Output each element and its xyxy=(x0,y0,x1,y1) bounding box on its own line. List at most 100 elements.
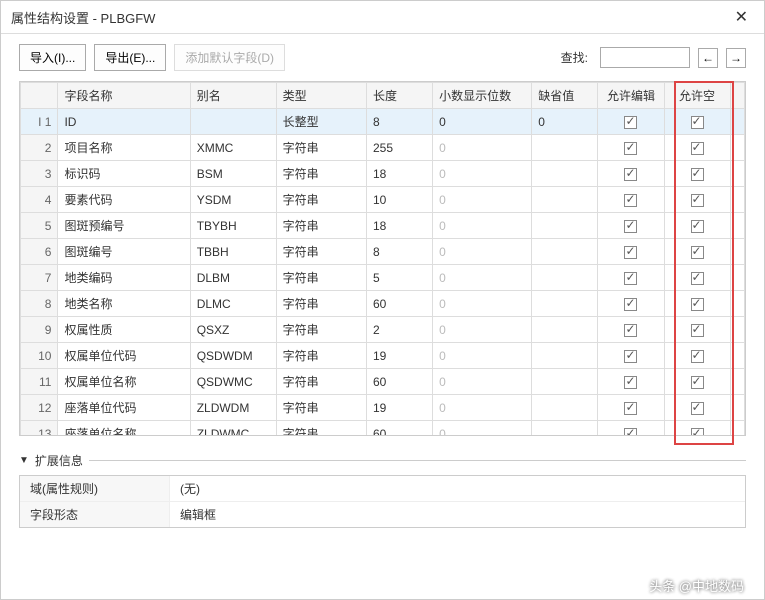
col-alias[interactable]: 别名 xyxy=(190,83,276,109)
cell-type[interactable]: 字符串 xyxy=(276,135,366,161)
cell-default[interactable] xyxy=(532,187,598,213)
cell-type[interactable]: 字符串 xyxy=(276,213,366,239)
cell-decimals[interactable]: 0 xyxy=(433,317,532,343)
cell-name[interactable]: 权属性质 xyxy=(58,317,190,343)
cell-alias[interactable]: YSDM xyxy=(190,187,276,213)
cell-type[interactable]: 长整型 xyxy=(276,109,366,135)
cell-default[interactable] xyxy=(532,317,598,343)
cell-type[interactable]: 字符串 xyxy=(276,343,366,369)
col-allow-edit[interactable]: 允许编辑 xyxy=(598,83,664,109)
cell-length[interactable]: 60 xyxy=(367,421,433,437)
cell-allow-edit[interactable] xyxy=(598,395,664,421)
search-next-button[interactable]: → xyxy=(726,48,746,68)
cell-default[interactable] xyxy=(532,135,598,161)
checkbox-icon[interactable] xyxy=(691,428,704,436)
cell-allow-edit[interactable] xyxy=(598,161,664,187)
cell-allow-null[interactable] xyxy=(664,161,730,187)
cell-length[interactable]: 255 xyxy=(367,135,433,161)
col-field-name[interactable]: 字段名称 xyxy=(58,83,190,109)
checkbox-icon[interactable] xyxy=(624,428,637,436)
cell-allow-edit[interactable] xyxy=(598,239,664,265)
cell-alias[interactable]: ZLDWMC xyxy=(190,421,276,437)
table-row[interactable]: 12座落单位代码ZLDWDM字符串190 xyxy=(21,395,745,421)
cell-type[interactable]: 字符串 xyxy=(276,265,366,291)
cell-default[interactable] xyxy=(532,343,598,369)
cell-allow-null[interactable] xyxy=(664,291,730,317)
cell-type[interactable]: 字符串 xyxy=(276,291,366,317)
col-decimals[interactable]: 小数显示位数 xyxy=(433,83,532,109)
checkbox-icon[interactable] xyxy=(691,246,704,259)
cell-decimals[interactable]: 0 xyxy=(433,239,532,265)
cell-allow-edit[interactable] xyxy=(598,135,664,161)
cell-type[interactable]: 字符串 xyxy=(276,187,366,213)
cell-allow-null[interactable] xyxy=(664,265,730,291)
cell-allow-null[interactable] xyxy=(664,343,730,369)
table-row[interactable]: 11权属单位名称QSDWMC字符串600 xyxy=(21,369,745,395)
checkbox-icon[interactable] xyxy=(624,298,637,311)
checkbox-icon[interactable] xyxy=(624,168,637,181)
checkbox-icon[interactable] xyxy=(624,350,637,363)
checkbox-icon[interactable] xyxy=(624,324,637,337)
close-icon[interactable]: ✕ xyxy=(729,7,754,27)
cell-decimals[interactable]: 0 xyxy=(433,161,532,187)
cell-decimals[interactable]: 0 xyxy=(433,369,532,395)
cell-default[interactable] xyxy=(532,161,598,187)
export-button[interactable]: 导出(E)... xyxy=(94,44,166,71)
cell-allow-null[interactable] xyxy=(664,239,730,265)
search-prev-button[interactable]: ← xyxy=(698,48,718,68)
ext-domain-value[interactable]: (无) xyxy=(170,476,745,501)
cell-alias[interactable] xyxy=(190,109,276,135)
cell-alias[interactable]: TBBH xyxy=(190,239,276,265)
ext-form-value[interactable]: 编辑框 xyxy=(170,502,745,527)
cell-default[interactable] xyxy=(532,421,598,437)
cell-allow-edit[interactable] xyxy=(598,265,664,291)
cell-alias[interactable]: ZLDWDM xyxy=(190,395,276,421)
cell-allow-null[interactable] xyxy=(664,421,730,437)
cell-name[interactable]: 要素代码 xyxy=(58,187,190,213)
col-type[interactable]: 类型 xyxy=(276,83,366,109)
checkbox-icon[interactable] xyxy=(691,350,704,363)
cell-default[interactable] xyxy=(532,213,598,239)
cell-default[interactable] xyxy=(532,265,598,291)
cell-default[interactable] xyxy=(532,239,598,265)
cell-name[interactable]: 项目名称 xyxy=(58,135,190,161)
cell-allow-null[interactable] xyxy=(664,213,730,239)
checkbox-icon[interactable] xyxy=(691,402,704,415)
checkbox-icon[interactable] xyxy=(691,324,704,337)
cell-allow-edit[interactable] xyxy=(598,213,664,239)
cell-type[interactable]: 字符串 xyxy=(276,369,366,395)
col-default[interactable]: 缺省值 xyxy=(532,83,598,109)
table-row[interactable]: 7地类编码DLBM字符串50 xyxy=(21,265,745,291)
table-row[interactable]: I 1ID长整型800 xyxy=(21,109,745,135)
cell-length[interactable]: 18 xyxy=(367,161,433,187)
cell-default[interactable]: 0 xyxy=(532,109,598,135)
checkbox-icon[interactable] xyxy=(624,272,637,285)
cell-length[interactable]: 5 xyxy=(367,265,433,291)
checkbox-icon[interactable] xyxy=(691,220,704,233)
table-row[interactable]: 10权属单位代码QSDWDM字符串190 xyxy=(21,343,745,369)
checkbox-icon[interactable] xyxy=(624,376,637,389)
cell-length[interactable]: 2 xyxy=(367,317,433,343)
cell-type[interactable]: 字符串 xyxy=(276,239,366,265)
cell-alias[interactable]: DLMC xyxy=(190,291,276,317)
cell-alias[interactable]: TBYBH xyxy=(190,213,276,239)
cell-default[interactable] xyxy=(532,291,598,317)
cell-name[interactable]: 图斑预编号 xyxy=(58,213,190,239)
cell-decimals[interactable]: 0 xyxy=(433,291,532,317)
cell-name[interactable]: ID xyxy=(58,109,190,135)
checkbox-icon[interactable] xyxy=(691,116,704,129)
cell-allow-edit[interactable] xyxy=(598,109,664,135)
cell-decimals[interactable]: 0 xyxy=(433,135,532,161)
checkbox-icon[interactable] xyxy=(624,246,637,259)
import-button[interactable]: 导入(I)... xyxy=(19,44,86,71)
cell-allow-null[interactable] xyxy=(664,135,730,161)
cell-name[interactable]: 权属单位名称 xyxy=(58,369,190,395)
checkbox-icon[interactable] xyxy=(691,194,704,207)
cell-allow-null[interactable] xyxy=(664,317,730,343)
cell-name[interactable]: 地类名称 xyxy=(58,291,190,317)
cell-decimals[interactable]: 0 xyxy=(433,265,532,291)
cell-decimals[interactable]: 0 xyxy=(433,395,532,421)
cell-alias[interactable]: QSXZ xyxy=(190,317,276,343)
cell-length[interactable]: 8 xyxy=(367,109,433,135)
cell-allow-edit[interactable] xyxy=(598,291,664,317)
